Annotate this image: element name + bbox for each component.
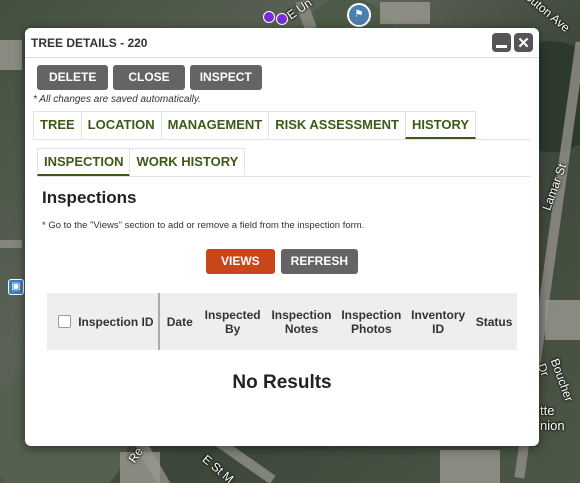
empty-message: No Results <box>232 372 332 393</box>
column-header-inspection-photos[interactable]: Inspection Photos <box>337 308 405 336</box>
autosave-note: * All changes are saved automatically. <box>33 94 201 105</box>
column-header-status[interactable]: Status <box>471 315 517 329</box>
column-header-inspection-id[interactable]: Inspection ID <box>77 315 155 329</box>
tab-location[interactable]: LOCATION <box>80 111 162 139</box>
main-tabs: TREE LOCATION MANAGEMENT RISK ASSESSMENT… <box>33 111 531 140</box>
poi-icon[interactable]: ⚑ <box>347 3 371 27</box>
minimize-icon[interactable] <box>492 33 511 52</box>
refresh-button[interactable]: REFRESH <box>280 249 358 274</box>
place-label: nion <box>540 418 565 433</box>
tab-work-history[interactable]: WORK HISTORY <box>129 148 246 176</box>
tab-tree[interactable]: TREE <box>33 111 82 139</box>
views-hint: * Go to the "Views" section to add or re… <box>42 220 365 231</box>
inspect-button[interactable]: INSPECT <box>189 65 262 90</box>
toolbar: DELETE CLOSE INSPECT <box>25 58 539 90</box>
section-title: Inspections <box>42 188 137 207</box>
tree-marker[interactable] <box>263 11 275 23</box>
close-icon[interactable]: ✕ <box>514 33 533 52</box>
column-header-inventory-id[interactable]: Inventory ID <box>405 308 471 336</box>
column-header-inspection-notes[interactable]: Inspection Notes <box>266 308 338 336</box>
delete-button[interactable]: DELETE <box>37 65 109 90</box>
dialog-title: TREE DETAILS - 220 <box>31 35 148 50</box>
sub-tabs: INSPECTION WORK HISTORY <box>37 148 531 177</box>
tree-details-dialog: TREE DETAILS - 220 ✕ DELETE CLOSE INSPEC… <box>25 28 539 446</box>
column-header-inspected-by[interactable]: Inspected By <box>200 308 266 336</box>
tab-risk-assessment[interactable]: RISK ASSESSMENT <box>268 111 406 139</box>
column-header-date[interactable]: Date <box>160 315 200 329</box>
tab-inspection[interactable]: INSPECTION <box>37 148 131 176</box>
tab-history[interactable]: HISTORY <box>404 111 477 139</box>
action-buttons: VIEWS REFRESH <box>25 249 539 274</box>
table-header: Inspection ID Date Inspected By Inspecti… <box>47 293 517 350</box>
views-button[interactable]: VIEWS <box>205 249 275 274</box>
bus-stop-icon[interactable]: ▣ <box>8 279 24 295</box>
tab-management[interactable]: MANAGEMENT <box>160 111 270 139</box>
place-label: tte <box>540 403 555 418</box>
close-button[interactable]: CLOSE <box>113 65 185 90</box>
dialog-titlebar[interactable]: TREE DETAILS - 220 ✕ <box>25 28 539 58</box>
select-all-checkbox[interactable] <box>58 315 71 328</box>
